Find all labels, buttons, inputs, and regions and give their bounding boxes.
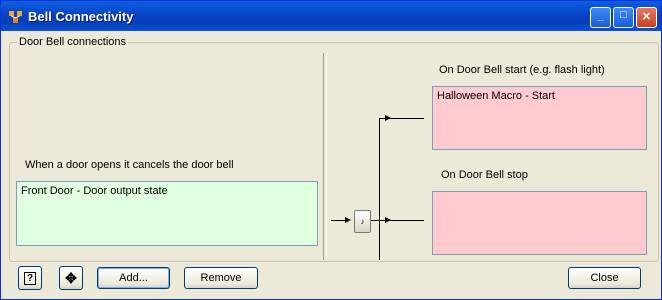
gate-glyph: ♪ (360, 217, 365, 226)
input-arrow-icon (345, 217, 351, 223)
stop-connection-box[interactable] (432, 191, 647, 255)
remove-button[interactable]: Remove (184, 267, 258, 289)
start-connection-box[interactable]: Halloween Macro - Start (432, 86, 647, 150)
settings-button[interactable]: ✥ (59, 266, 83, 290)
input-connection-box[interactable]: Front Door - Door output state (16, 181, 318, 246)
close-button[interactable]: Close (568, 267, 641, 289)
gate-output-line (371, 220, 379, 221)
stop-label: On Door Bell stop (441, 169, 528, 181)
minimize-button[interactable]: _ (590, 7, 611, 28)
start-connection-item[interactable]: Halloween Macro - Start (437, 90, 555, 102)
bell-connectivity-app-icon (9, 11, 22, 23)
start-label: On Door Bell start (e.g. flash light) (439, 64, 605, 76)
stop-arrow-icon (385, 217, 391, 223)
settings-icon: ✥ (65, 270, 77, 286)
close-window-button[interactable]: ✕ (636, 7, 657, 28)
gate-node-icon[interactable]: ♪ (354, 210, 371, 233)
maximize-button[interactable]: □ (613, 7, 634, 28)
bell-connectivity-window: Bell Connectivity _ □ ✕ Door Bell connec… (0, 0, 662, 300)
minimize-icon: _ (597, 10, 604, 22)
input-connection-item[interactable]: Front Door - Door output state (21, 185, 168, 197)
help-button[interactable]: ? (18, 266, 42, 290)
close-icon: ✕ (641, 11, 652, 23)
help-icon: ? (23, 272, 37, 285)
group-label: Door Bell connections (17, 36, 129, 48)
add-button[interactable]: Add... (97, 267, 170, 289)
cancel-label: When a door opens it cancels the door be… (25, 159, 234, 171)
maximize-icon: □ (620, 9, 627, 21)
window-title: Bell Connectivity (28, 9, 134, 24)
panel-splitter[interactable] (323, 53, 327, 260)
bus-line (379, 118, 380, 260)
start-arrow-icon (385, 115, 391, 121)
title-bar[interactable]: Bell Connectivity _ □ ✕ (1, 1, 661, 31)
